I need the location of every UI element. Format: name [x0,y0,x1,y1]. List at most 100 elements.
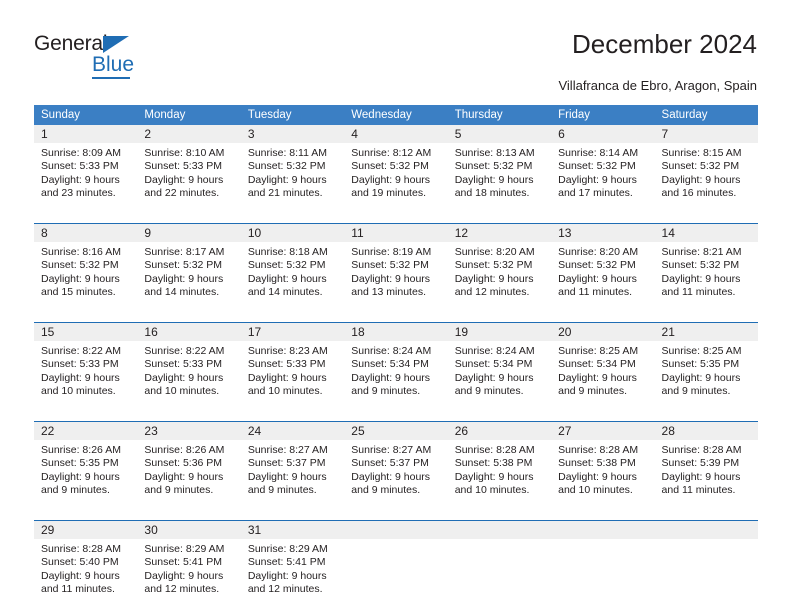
calendar-day-cell[interactable]: 3 Sunrise: 8:11 AM Sunset: 5:32 PM Daylight… [240,125,345,215]
day-cell-content: 12 Sunrise: 8:20 AM Sunset: 5:32 PM Dayligh… [447,224,552,314]
calendar-day-cell[interactable]: 21 Sunrise: 8:25 AM Sunset: 5:35 PM Dayligh… [654,323,758,413]
sunset-text: Sunset: 5:40 PM [41,556,119,569]
sunset-text: Sunset: 5:33 PM [144,358,223,371]
day-number-band: 27 [551,422,655,440]
calendar-day-cell[interactable]: 18 Sunrise: 8:24 AM Sunset: 5:34 PM Dayligh… [344,323,448,413]
daylight-text-line2: and 10 minutes. [454,484,530,497]
calendar-day-cell[interactable]: 8 Sunrise: 8:16 AM Sunset: 5:32 PM Daylight… [34,224,138,314]
calendar-day-cell [551,521,655,611]
daylight-text-line2: and 12 minutes. [247,583,323,596]
day-number-band: 31 [240,521,345,539]
sunrise-text: Sunrise: 8:09 AM [41,147,121,159]
daylight-text-line1: Daylight: 9 hours [661,371,741,384]
day-cell-content [654,521,758,611]
calendar-day-cell[interactable]: 23 Sunrise: 8:26 AM Sunset: 5:36 PM Dayligh… [137,422,241,512]
calendar-day-cell[interactable]: 20 Sunrise: 8:25 AM Sunset: 5:34 PM Dayligh… [551,323,655,413]
day-cell-content: 25 Sunrise: 8:27 AM Sunset: 5:37 PM Dayligh… [344,422,448,512]
calendar-day-cell[interactable]: 27 Sunrise: 8:28 AM Sunset: 5:38 PM Dayligh… [551,422,655,512]
day-number: 7 [661,127,669,141]
calendar-day-cell[interactable]: 9 Sunrise: 8:17 AM Sunset: 5:32 PM Daylight… [137,224,241,314]
calendar-day-cell[interactable]: 22 Sunrise: 8:26 AM Sunset: 5:35 PM Dayligh… [34,422,138,512]
day-details: Sunrise: 8:25 AM Sunset: 5:35 PM Daylight:… [655,341,758,399]
week-gap [34,215,758,223]
day-details: Sunrise: 8:13 AM Sunset: 5:32 PM Daylight:… [448,143,551,201]
sunrise-text: Sunrise: 8:16 AM [41,246,121,258]
sunset-text: Sunset: 5:38 PM [454,457,533,470]
sunset-text: Sunset: 5:32 PM [454,160,533,173]
daylight-text-line2: and 15 minutes. [41,286,116,299]
day-number: 2 [144,127,152,141]
sunset-text: Sunset: 5:32 PM [351,160,429,173]
daylight-text-line2: and 18 minutes. [454,187,530,200]
day-details: Sunrise: 8:27 AM Sunset: 5:37 PM Daylight:… [344,440,447,498]
sunrise-text: Sunrise: 8:12 AM [351,147,432,159]
sunrise-text: Sunrise: 8:26 AM [41,444,121,456]
day-number: 24 [247,424,262,438]
daylight-text-line1: Daylight: 9 hours [454,272,534,285]
sunset-text: Sunset: 5:41 PM [247,556,326,569]
day-details: Sunrise: 8:25 AM Sunset: 5:34 PM Daylight:… [551,341,654,399]
general-blue-logo[interactable]: General Blue [34,33,194,83]
daylight-text-line1: Daylight: 9 hours [558,173,637,186]
calendar-day-cell[interactable]: 13 Sunrise: 8:20 AM Sunset: 5:32 PM Dayligh… [551,224,655,314]
calendar-day-cell[interactable]: 24 Sunrise: 8:27 AM Sunset: 5:37 PM Dayligh… [240,422,345,512]
calendar-day-cell[interactable]: 28 Sunrise: 8:28 AM Sunset: 5:39 PM Dayligh… [654,422,758,512]
calendar-day-cell[interactable]: 15 Sunrise: 8:22 AM Sunset: 5:33 PM Dayligh… [34,323,138,413]
day-details: Sunrise: 8:29 AM Sunset: 5:41 PM Daylight:… [241,539,344,597]
day-number-band: 20 [551,323,655,341]
sunrise-text: Sunrise: 8:10 AM [144,147,225,159]
calendar-day-cell[interactable]: 5 Sunrise: 8:13 AM Sunset: 5:32 PM Daylight… [447,125,552,215]
week-gap-cell [34,512,758,520]
day-details: Sunrise: 8:28 AM Sunset: 5:38 PM Daylight:… [551,440,654,498]
daylight-text-line1: Daylight: 9 hours [144,470,224,483]
day-cell-content: 9 Sunrise: 8:17 AM Sunset: 5:32 PM Daylight… [137,224,241,314]
calendar-day-cell[interactable]: 19 Sunrise: 8:24 AM Sunset: 5:34 PM Dayligh… [447,323,552,413]
daylight-text-line2: and 23 minutes. [41,187,116,200]
sunrise-text: Sunrise: 8:18 AM [247,246,328,258]
day-cell-content: 1 Sunrise: 8:09 AM Sunset: 5:33 PM Daylight… [34,125,138,215]
day-number: 12 [454,226,469,240]
calendar-day-cell[interactable]: 4 Sunrise: 8:12 AM Sunset: 5:32 PM Daylight… [344,125,448,215]
day-number: 17 [247,325,262,339]
calendar-day-cell[interactable]: 1 Sunrise: 8:09 AM Sunset: 5:33 PM Daylight… [34,125,138,215]
sunrise-sunset-calendar: Sunday Monday Tuesday Wednesday Thursday… [34,105,758,611]
calendar-day-cell[interactable]: 31 Sunrise: 8:29 AM Sunset: 5:41 PM Dayligh… [240,521,345,611]
calendar-day-cell[interactable]: 6 Sunrise: 8:14 AM Sunset: 5:32 PM Daylight… [551,125,655,215]
calendar-day-cell[interactable]: 30 Sunrise: 8:29 AM Sunset: 5:41 PM Dayligh… [137,521,241,611]
calendar-day-cell[interactable]: 17 Sunrise: 8:23 AM Sunset: 5:33 PM Dayligh… [240,323,345,413]
day-cell-content [344,521,448,611]
day-number: 22 [41,424,55,438]
daylight-text-line2: and 9 minutes. [144,484,214,497]
day-details: Sunrise: 8:20 AM Sunset: 5:32 PM Daylight:… [448,242,551,300]
sunrise-text: Sunrise: 8:25 AM [558,345,639,357]
sunrise-text: Sunrise: 8:22 AM [41,345,121,357]
calendar-day-cell[interactable]: 11 Sunrise: 8:19 AM Sunset: 5:32 PM Dayligh… [344,224,448,314]
calendar-day-cell[interactable]: 14 Sunrise: 8:21 AM Sunset: 5:32 PM Dayligh… [654,224,758,314]
calendar-day-cell[interactable]: 12 Sunrise: 8:20 AM Sunset: 5:32 PM Dayligh… [447,224,552,314]
day-number-band: 14 [654,224,758,242]
calendar-day-cell [344,521,448,611]
calendar-day-cell[interactable]: 2 Sunrise: 8:10 AM Sunset: 5:33 PM Daylight… [137,125,241,215]
sunrise-text: Sunrise: 8:27 AM [351,444,432,456]
calendar-day-cell[interactable]: 29 Sunrise: 8:28 AM Sunset: 5:40 PM Dayligh… [34,521,138,611]
calendar-day-cell[interactable]: 26 Sunrise: 8:28 AM Sunset: 5:38 PM Dayligh… [447,422,552,512]
calendar-day-cell[interactable]: 7 Sunrise: 8:15 AM Sunset: 5:32 PM Daylight… [654,125,758,215]
day-number-band: 24 [240,422,345,440]
week-gap-cell [34,314,758,322]
sunset-text: Sunset: 5:38 PM [558,457,636,470]
weekday-header-thursday: Thursday [447,105,552,125]
calendar-day-cell[interactable]: 25 Sunrise: 8:27 AM Sunset: 5:37 PM Dayligh… [344,422,448,512]
day-details: Sunrise: 8:11 AM Sunset: 5:32 PM Daylight:… [241,143,344,201]
day-number-band: 28 [654,422,758,440]
sunset-text: Sunset: 5:32 PM [558,259,636,272]
sunset-text: Sunset: 5:34 PM [558,358,636,371]
calendar-day-cell[interactable]: 16 Sunrise: 8:22 AM Sunset: 5:33 PM Dayligh… [137,323,241,413]
day-number: 13 [558,226,572,240]
day-number-band: 22 [34,422,138,440]
day-cell-content: 3 Sunrise: 8:11 AM Sunset: 5:32 PM Daylight… [240,125,345,215]
calendar-day-cell[interactable]: 10 Sunrise: 8:18 AM Sunset: 5:32 PM Dayligh… [240,224,345,314]
daylight-text-line1: Daylight: 9 hours [247,173,327,186]
daylight-text-line2: and 9 minutes. [41,484,110,497]
daylight-text-line1: Daylight: 9 hours [351,470,431,483]
week-gap-cell [34,413,758,421]
